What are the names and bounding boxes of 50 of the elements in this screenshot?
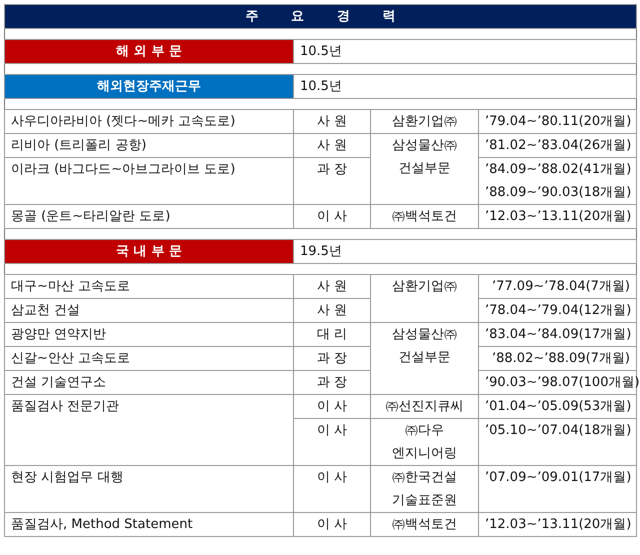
table-cell: 사 원 <box>294 134 370 158</box>
table-cell: 삼환기업㈜ <box>370 274 478 322</box>
table-cell: 몽골 (운트~타리알란 도로) <box>4 204 294 228</box>
table-cell: 대 리 <box>294 322 370 346</box>
table-cell: 이 사 <box>294 394 370 418</box>
table-cell: 광양만 연약지반 <box>4 322 294 346</box>
table-cell: ’77.09~’78.04(7개월) <box>478 274 637 298</box>
table-cell: ㈜한국건설 기술표준원 <box>370 466 478 512</box>
table-cell: 이 사 <box>294 418 370 466</box>
section-value: 10.5년 <box>294 74 637 98</box>
table-cell: ’12.03~’13.11(20개월) <box>478 204 637 228</box>
table-cell: 삼환기업㈜ <box>370 110 478 134</box>
table-cell: 품질검사 전문기관 <box>4 394 294 466</box>
table-cell: 삼교천 건설 <box>4 298 294 322</box>
table-cell: 사우디아라비아 (젯다~메카 고속도로) <box>4 110 294 134</box>
table-cell: ’78.04~’79.04(12개월) <box>478 298 637 322</box>
table-cell: ’88.02~’88.09(7개월) <box>478 346 637 370</box>
table-cell: ’79.04~’80.11(20개월) <box>478 110 637 134</box>
table-cell: 사 원 <box>294 110 370 134</box>
table-cell: 이 사 <box>294 466 370 512</box>
table-cell: 삼성물산㈜ 건설부문 <box>370 134 478 204</box>
table-cell: 리비아 (트리폴리 공항) <box>4 134 294 158</box>
table-cell: 신갈~안산 고속도로 <box>4 346 294 370</box>
table-cell: ’84.09~’88.02(41개월) ’88.09~’90.03(18개월) <box>478 158 637 204</box>
table-cell: 삼성물산㈜ 건설부문 <box>370 322 478 394</box>
table-cell: ㈜백석토건 <box>370 512 478 536</box>
table-cell: ㈜선진지큐씨 <box>370 394 478 418</box>
table-cell: ’01.04~’05.09(53개월) <box>478 394 637 418</box>
table-cell: ㈜다우 엔지니어링 <box>370 418 478 466</box>
section-label: 해외현장주재근무 <box>4 74 294 98</box>
table-cell: 이 사 <box>294 512 370 536</box>
table-cell: 사 원 <box>294 274 370 298</box>
table-cell: ’12.03~’13.11(20개월) <box>478 512 637 536</box>
table-cell: 이 사 <box>294 204 370 228</box>
table-cell: 대구~마산 고속도로 <box>4 274 294 298</box>
table-cell: ’05.10~’07.04(18개월) <box>478 418 637 466</box>
section-label: 국 내 부 문 <box>4 240 294 264</box>
table-cell: ’81.02~’83.04(26개월) <box>478 134 637 158</box>
table-cell: 이라크 (바그다드~아브그라이브 도로) <box>4 158 294 204</box>
table-title: 주 요 경 력 <box>4 4 637 28</box>
table-cell: ’90.03~’98.07(100개월) <box>478 370 637 394</box>
table-cell: 현장 시험업무 대행 <box>4 466 294 512</box>
section-value: 10.5년 <box>294 40 637 64</box>
table-cell: 품질검사, Method Statement <box>4 512 294 536</box>
table-cell: ㈜백석토건 <box>370 204 478 228</box>
table-cell: ’07.09~’09.01(17개월) <box>478 466 637 512</box>
table-cell: 건설 기술연구소 <box>4 370 294 394</box>
table-cell: ’83.04~’84.09(17개월) <box>478 322 637 346</box>
section-label: 해 외 부 문 <box>4 40 294 64</box>
section-value: 19.5년 <box>294 240 637 264</box>
